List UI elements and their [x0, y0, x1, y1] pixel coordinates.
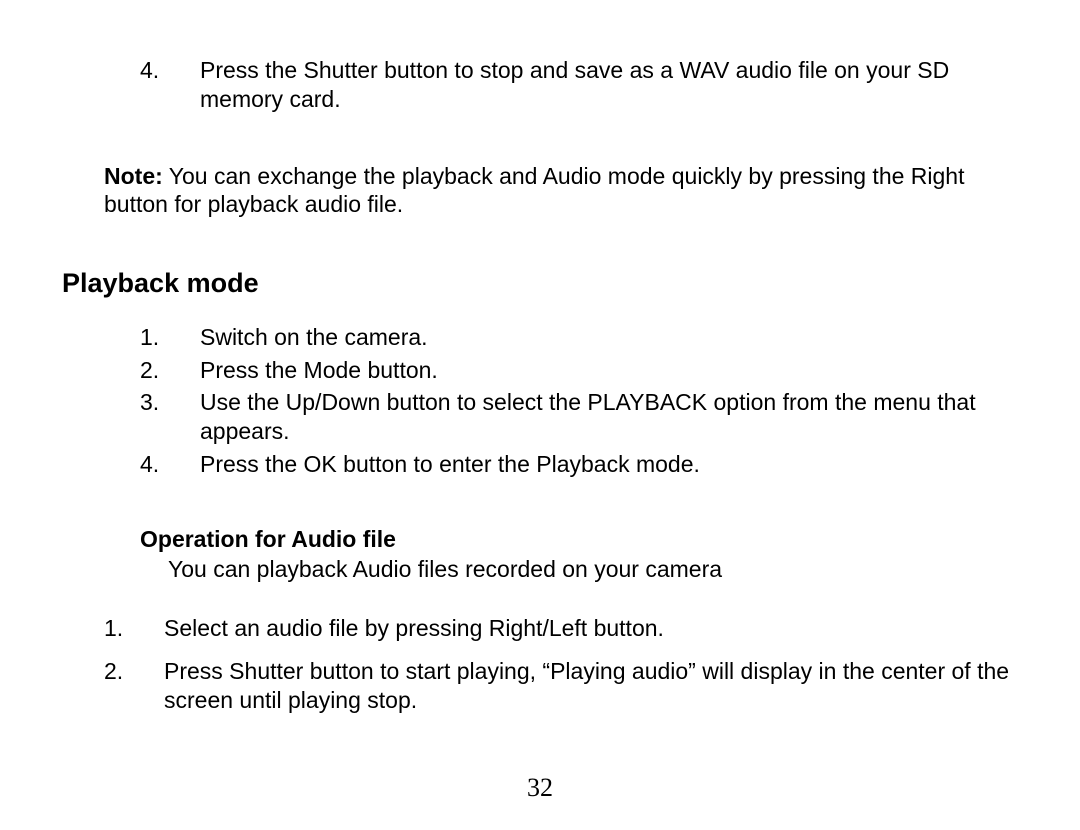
list-text: Select an audio file by pressing Right/L…	[164, 614, 1028, 643]
list-number: 1.	[140, 323, 200, 352]
list-item: 1. Switch on the camera.	[140, 323, 1028, 352]
heading-operation-audio: Operation for Audio file	[62, 525, 1028, 554]
list-number: 4.	[140, 450, 200, 479]
list-text: Use the Up/Down button to select the PLA…	[200, 388, 1028, 446]
list-item: 3. Use the Up/Down button to select the …	[140, 388, 1028, 446]
list-item: 4. Press the Shutter button to stop and …	[140, 56, 1028, 114]
manual-page: 4. Press the Shutter button to stop and …	[0, 0, 1080, 830]
list-number: 2.	[140, 356, 200, 385]
audio-file-list: 1. Select an audio file by pressing Righ…	[62, 614, 1028, 714]
list-number: 3.	[140, 388, 200, 417]
list-text: Press Shutter button to start playing, “…	[164, 657, 1028, 715]
list-item: 2. Press the Mode button.	[140, 356, 1028, 385]
note-paragraph: Note: You can exchange the playback and …	[62, 162, 1028, 220]
list-item: 2. Press Shutter button to start playing…	[104, 657, 1028, 715]
note-text: You can exchange the playback and Audio …	[104, 163, 965, 218]
top-continuation-list: 4. Press the Shutter button to stop and …	[62, 56, 1028, 114]
list-text: Press the Mode button.	[200, 356, 1028, 385]
heading-playback-mode: Playback mode	[62, 267, 1028, 301]
note-label: Note:	[104, 163, 163, 189]
list-text: Switch on the camera.	[200, 323, 1028, 352]
list-number: 4.	[140, 56, 200, 85]
list-number: 2.	[104, 657, 164, 686]
audio-intro-text: You can playback Audio files recorded on…	[62, 555, 1028, 584]
page-number: 32	[0, 772, 1080, 805]
list-item: 4. Press the OK button to enter the Play…	[140, 450, 1028, 479]
list-item: 1. Select an audio file by pressing Righ…	[104, 614, 1028, 643]
playback-mode-list: 1. Switch on the camera. 2. Press the Mo…	[62, 323, 1028, 479]
list-text: Press the Shutter button to stop and sav…	[200, 56, 1028, 114]
list-text: Press the OK button to enter the Playbac…	[200, 450, 1028, 479]
list-number: 1.	[104, 614, 164, 643]
